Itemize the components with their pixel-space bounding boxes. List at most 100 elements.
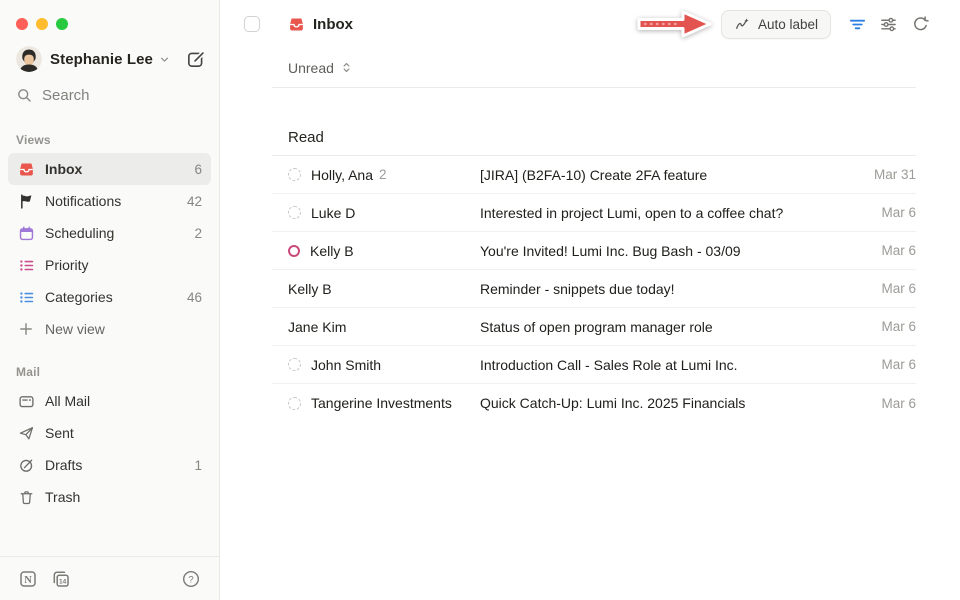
thread-count: 2 — [379, 167, 387, 182]
refresh-icon[interactable] — [910, 14, 930, 34]
avatar-placeholder-icon — [288, 358, 301, 371]
calendar-icon — [17, 224, 35, 242]
minimize-window-button[interactable] — [36, 18, 48, 30]
display-settings-icon[interactable] — [878, 14, 898, 34]
sidebar-item-all-mail[interactable]: All Mail — [8, 385, 211, 417]
notion-app-icon[interactable]: N — [18, 569, 38, 589]
mail-app-window: Stephanie Lee Search Views — [0, 0, 960, 600]
search-label: Search — [42, 87, 90, 104]
mail-date: Mar 6 — [881, 281, 916, 296]
mail-subject: Interested in project Lumi, open to a co… — [480, 205, 881, 221]
zoom-window-button[interactable] — [56, 18, 68, 30]
mail-date: Mar 6 — [881, 396, 916, 411]
sidebar-item-notifications[interactable]: Notifications 42 — [8, 185, 211, 217]
mail-row[interactable]: Jane Kim Status of open program manager … — [272, 308, 916, 346]
sidebar-item-scheduling[interactable]: Scheduling 2 — [8, 217, 211, 249]
profile-row[interactable]: Stephanie Lee — [0, 38, 219, 78]
sidebar-item-label: Sent — [45, 425, 74, 441]
page-title: Inbox — [313, 16, 353, 33]
mail-subject: Status of open program manager role — [480, 319, 881, 335]
mail-row[interactable]: Tangerine Investments Quick Catch-Up: Lu… — [272, 384, 916, 422]
compose-button[interactable] — [186, 50, 205, 69]
help-icon[interactable]: ? — [181, 569, 201, 589]
all-mail-icon — [17, 392, 35, 410]
mail-row[interactable]: Holly, Ana 2 [JIRA] (B2FA-10) Create 2FA… — [272, 156, 916, 194]
mail-subject: Introduction Call - Sales Role at Lumi I… — [480, 357, 881, 373]
sidebar-item-label: Categories — [45, 289, 113, 305]
auto-label-sparkle-icon — [734, 16, 751, 33]
header-toolbar: Auto label — [633, 5, 930, 43]
sidebar: Stephanie Lee Search Views — [0, 0, 220, 600]
read-section-header[interactable]: Read — [272, 120, 916, 156]
svg-text:N: N — [24, 574, 32, 585]
mail-row[interactable]: Luke D Interested in project Lumi, open … — [272, 194, 916, 232]
sidebar-item-label: Scheduling — [45, 225, 114, 241]
sidebar-item-categories[interactable]: Categories 46 — [8, 281, 211, 313]
search-button[interactable]: Search — [0, 78, 219, 113]
auto-label-button[interactable]: Auto label — [721, 10, 831, 39]
mail-row[interactable]: Kelly B You're Invited! Lumi Inc. Bug Ba… — [272, 232, 916, 270]
close-window-button[interactable] — [16, 18, 28, 30]
calendar-app-icon[interactable]: 14 — [51, 569, 71, 589]
main-panel: Inbox Auto label — [220, 0, 960, 600]
sender-cell: Kelly B — [288, 281, 480, 297]
sidebar-item-count: 42 — [187, 194, 202, 209]
sidebar-item-count: 46 — [187, 290, 202, 305]
sidebar-item-sent[interactable]: Sent — [8, 417, 211, 449]
sidebar-item-label: Inbox — [45, 161, 82, 177]
avatar-status-icon — [288, 245, 300, 257]
annotation-arrow-icon — [633, 5, 717, 43]
chevron-down-icon — [158, 53, 171, 66]
send-icon — [17, 424, 35, 442]
mail-row[interactable]: Kelly B Reminder - snippets due today! M… — [272, 270, 916, 308]
sidebar-item-trash[interactable]: Trash — [8, 481, 211, 513]
unread-filter-toggle[interactable]: Unread — [272, 48, 916, 88]
avatar-placeholder-icon — [288, 206, 301, 219]
filter-icon[interactable] — [847, 14, 867, 34]
main-header: Inbox Auto label — [220, 0, 960, 48]
sender-cell: John Smith — [288, 357, 480, 373]
user-avatar — [16, 46, 42, 72]
sidebar-item-drafts[interactable]: Drafts 1 — [8, 449, 211, 481]
mail-nav: All Mail Sent Drafts — [0, 385, 219, 513]
sidebar-item-label: New view — [45, 321, 105, 337]
sender-name: Kelly B — [310, 243, 354, 259]
drafts-icon — [17, 456, 35, 474]
priority-list-icon — [17, 256, 35, 274]
sender-cell: Tangerine Investments — [288, 395, 480, 411]
sender-name: Tangerine Investments — [311, 395, 452, 411]
avatar-placeholder-icon — [288, 397, 301, 410]
mail-subject: [JIRA] (B2FA-10) Create 2FA feature — [480, 167, 874, 183]
view-title-group: Inbox — [288, 16, 353, 33]
plus-icon — [17, 320, 35, 338]
mail-date: Mar 6 — [881, 319, 916, 334]
select-all-checkbox[interactable] — [244, 16, 260, 32]
svg-text:14: 14 — [59, 578, 67, 585]
notifications-icon — [17, 192, 35, 210]
mail-row[interactable]: John Smith Introduction Call - Sales Rol… — [272, 346, 916, 384]
sidebar-item-new-view[interactable]: New view — [8, 313, 211, 345]
inbox-icon — [17, 160, 35, 178]
mail-date: Mar 6 — [881, 205, 916, 220]
sidebar-item-count: 1 — [194, 458, 202, 473]
sidebar-item-label: All Mail — [45, 393, 90, 409]
mail-subject: Reminder - snippets due today! — [480, 281, 881, 297]
mail-date: Mar 31 — [874, 167, 916, 182]
sidebar-item-priority[interactable]: Priority — [8, 249, 211, 281]
inbox-icon — [288, 16, 305, 33]
sender-cell: Jane Kim — [288, 319, 480, 335]
views-nav: Inbox 6 Notifications 42 — [0, 153, 219, 345]
mail-list-area: Unread Read Holly, Ana 2 [JIRA] (B2FA-1 — [220, 48, 960, 422]
mail-subject: You're Invited! Lumi Inc. Bug Bash - 03/… — [480, 243, 881, 259]
mail-section-label: Mail — [0, 345, 219, 385]
sidebar-item-count: 2 — [194, 226, 202, 241]
sidebar-item-label: Trash — [45, 489, 80, 505]
sender-name: Holly, Ana — [311, 167, 373, 183]
sidebar-item-inbox[interactable]: Inbox 6 — [8, 153, 211, 185]
sender-cell: Holly, Ana 2 — [288, 167, 480, 183]
auto-label-button-label: Auto label — [758, 17, 818, 32]
unread-filter-label: Unread — [288, 60, 334, 76]
sidebar-item-count: 6 — [194, 162, 202, 177]
sender-name: Luke D — [311, 205, 355, 221]
sidebar-item-label: Priority — [45, 257, 89, 273]
